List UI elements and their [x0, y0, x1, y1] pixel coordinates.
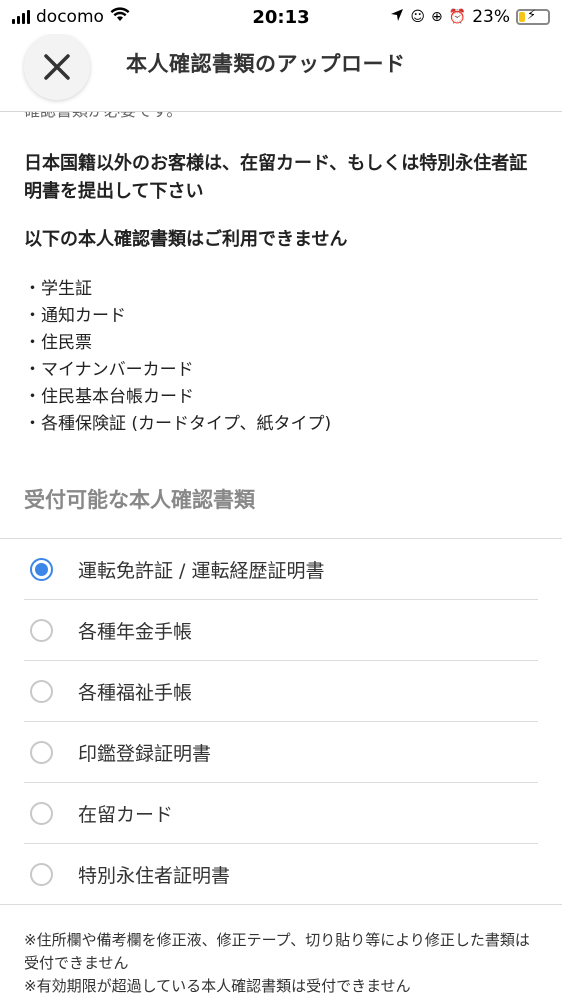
carrier-name: docomo	[36, 7, 104, 27]
notice-unusable-documents: 以下の本人確認書類はご利用できません	[24, 229, 348, 250]
list-item: ・各種保険証 (カードタイプ、紙タイプ)	[24, 414, 332, 434]
location-icon	[390, 8, 404, 26]
rotation-lock-icon: ⊕	[431, 9, 443, 25]
footnote: ※有効期限が超過している本人確認書類は受付できません	[24, 977, 411, 995]
status-left: docomo	[12, 7, 130, 27]
main-content[interactable]: 確認書類が必要です。 日本国籍以外のお客様は、在留カード、もしくは特別永住者証明…	[0, 108, 562, 998]
radio-unchecked-icon[interactable]	[30, 618, 53, 642]
radio-option-label: 印鑑登録証明書	[78, 742, 212, 765]
radio-unchecked-icon[interactable]	[30, 801, 53, 825]
radio-option-seal-certificate[interactable]: 印鑑登録証明書	[24, 722, 538, 783]
battery-percent: 23%	[472, 7, 510, 27]
face-icon: ☺	[410, 9, 426, 25]
radio-option-label: 各種福祉手帳	[78, 681, 193, 704]
close-button[interactable]	[24, 34, 90, 100]
list-item: ・学生証	[24, 279, 92, 299]
header: 本人確認書類のアップロード	[0, 34, 562, 112]
accepted-documents-title: 受付可能な本人確認書類	[24, 488, 255, 512]
wifi-icon	[110, 7, 130, 27]
list-item: ・住民票	[24, 333, 92, 353]
alarm-icon: ⏰	[448, 9, 467, 25]
footnote: ※住所欄や備考欄を修正液、修正テープ、切り貼り等により修正した書類は受付できませ…	[24, 931, 530, 972]
page-title: 本人確認書類のアップロード	[126, 52, 406, 76]
list-item: ・住民基本台帳カード	[24, 387, 194, 407]
radio-unchecked-icon[interactable]	[30, 740, 53, 764]
list-item: ・マイナンバーカード	[24, 360, 194, 380]
list-item: ・通知カード	[24, 306, 126, 326]
signal-icon	[12, 10, 30, 24]
screen: docomo 20:13 ☺ ⊕ ⏰ 23% ⚡ 本人確認書類のアップロード 確…	[0, 0, 562, 999]
close-icon	[44, 54, 70, 80]
radio-option-residence-card[interactable]: 在留カード	[24, 783, 538, 844]
status-right: ☺ ⊕ ⏰ 23% ⚡	[390, 7, 550, 27]
radio-option-special-permanent-resident[interactable]: 特別永住者証明書	[0, 844, 562, 905]
radio-option-label: 各種年金手帳	[78, 620, 193, 643]
notice-foreign-nationals: 日本国籍以外のお客様は、在留カード、もしくは特別永住者証明書を提出して下さい	[24, 153, 528, 202]
status-time: 20:13	[252, 6, 310, 28]
radio-option-drivers-license[interactable]: 運転免許証 / 運転経歴証明書	[24, 539, 538, 600]
radio-option-welfare-book[interactable]: 各種福祉手帳	[24, 661, 538, 722]
unusable-documents-list: ・学生証 ・通知カード ・住民票 ・マイナンバーカード ・住民基本台帳カード ・…	[0, 276, 562, 438]
accepted-documents-radio-group: 運転免許証 / 運転経歴証明書 各種年金手帳 各種福祉手帳 印鑑登録証明書 在留…	[0, 538, 562, 905]
radio-option-label: 運転免許証 / 運転経歴証明書	[78, 559, 325, 582]
radio-option-pension-book[interactable]: 各種年金手帳	[24, 600, 538, 661]
status-bar: docomo 20:13 ☺ ⊕ ⏰ 23% ⚡	[0, 0, 562, 34]
battery-charging-icon: ⚡	[516, 8, 550, 25]
radio-checked-icon[interactable]	[30, 557, 53, 581]
radio-option-label: 在留カード	[78, 803, 174, 826]
radio-unchecked-icon[interactable]	[30, 862, 53, 886]
radio-option-label: 特別永住者証明書	[78, 864, 231, 887]
footnotes: ※住所欄や備考欄を修正液、修正テープ、切り貼り等により修正した書類は受付できませ…	[0, 929, 562, 998]
radio-unchecked-icon[interactable]	[30, 679, 53, 703]
